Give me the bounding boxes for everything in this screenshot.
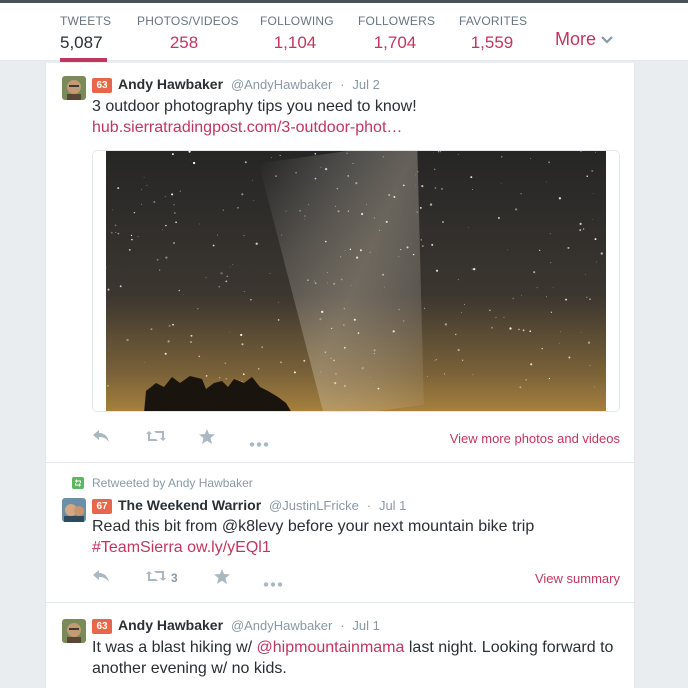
retweet-button[interactable]: 3 xyxy=(146,569,178,588)
more-options-icon[interactable] xyxy=(249,434,269,452)
retweet-icon xyxy=(146,571,166,581)
tweet-body: 3 outdoor photography tips you need to k… xyxy=(92,98,417,115)
avatar[interactable] xyxy=(62,619,86,643)
timestamp[interactable]: Jul 1 xyxy=(352,618,379,633)
reply-icon[interactable] xyxy=(92,429,110,448)
username[interactable]: @AndyHawbaker xyxy=(231,77,332,92)
retweet-icon[interactable] xyxy=(146,429,166,448)
tweet-text: Read this bit from @k8levy before your n… xyxy=(92,516,534,558)
username[interactable]: @JustinLFricke xyxy=(269,498,359,513)
timeline: 63 Andy Hawbaker @AndyHawbaker · Jul 2 3… xyxy=(45,63,635,688)
nav-tweets-label: TWEETS xyxy=(60,14,112,28)
media-card[interactable] xyxy=(92,150,620,412)
fullname[interactable]: Andy Hawbaker xyxy=(118,617,223,633)
separator: · xyxy=(340,77,345,92)
separator: · xyxy=(366,498,372,513)
nav-following-value: 1,104 xyxy=(273,33,317,52)
nav-favorites-label: FAVORITES xyxy=(459,14,528,28)
tweet[interactable]: 63 Andy Hawbaker @AndyHawbaker · Jul 2 3… xyxy=(46,63,634,463)
retweet-icon xyxy=(72,477,84,489)
tweet-text: It was a blast hiking w/ @hipmountainmam… xyxy=(92,637,622,679)
profile-nav: TWEETS 5,087 PHOTOS/VIDEOS 258 FOLLOWING… xyxy=(0,3,688,62)
more-dropdown[interactable]: More xyxy=(555,29,613,50)
timestamp[interactable]: Jul 2 xyxy=(352,77,379,92)
favorite-icon[interactable] xyxy=(214,569,230,589)
retweet-context: Retweeted by Andy Hawbaker xyxy=(72,476,253,490)
nav-following[interactable]: FOLLOWING 1,104 xyxy=(260,3,334,61)
nav-favorites-value: 1,559 xyxy=(470,33,514,52)
nav-followers-label: FOLLOWERS xyxy=(358,14,436,28)
nav-photos-videos-value: 258 xyxy=(169,33,199,52)
retweet-context-text: Retweeted by Andy Hawbaker xyxy=(92,476,253,490)
tweet-link[interactable]: hub.sierratradingpost.com/3-outdoor-phot… xyxy=(92,117,417,138)
separator: · xyxy=(340,618,345,633)
nav-followers[interactable]: FOLLOWERS 1,704 xyxy=(358,3,436,61)
reply-icon[interactable] xyxy=(92,569,110,588)
tweet-link[interactable]: ow.ly/yEQl1 xyxy=(187,539,271,556)
view-more-photos-link[interactable]: View more photos and videos xyxy=(450,431,620,446)
nav-following-label: FOLLOWING xyxy=(260,14,334,28)
tweet-header: Andy Hawbaker @AndyHawbaker · Jul 2 xyxy=(118,76,380,92)
view-summary-link[interactable]: View summary xyxy=(535,571,620,586)
tweet[interactable]: Retweeted by Andy Hawbaker 67 The Weeken… xyxy=(46,463,634,603)
tweet-actions: View more photos and videos xyxy=(92,429,620,449)
nav-tweets-value: 5,087 xyxy=(60,33,103,52)
favorite-icon[interactable] xyxy=(199,429,215,449)
nav-followers-value: 1,704 xyxy=(373,33,417,52)
more-options-icon[interactable] xyxy=(263,574,283,592)
nav-favorites[interactable]: FAVORITES 1,559 xyxy=(459,3,528,61)
tweet-actions: 3 View summary xyxy=(92,569,620,589)
hashtag-link[interactable]: #TeamSierra xyxy=(92,539,183,556)
nav-photos-videos[interactable]: PHOTOS/VIDEOS 258 xyxy=(137,3,239,61)
milky-way-photo xyxy=(106,151,606,411)
tweet[interactable]: 63 Andy Hawbaker @AndyHawbaker · Jul 1 I… xyxy=(46,603,634,688)
tweet-header: The Weekend Warrior @JustinLFricke · Jul… xyxy=(118,497,406,513)
nav-photos-videos-label: PHOTOS/VIDEOS xyxy=(137,14,239,28)
more-label: More xyxy=(555,29,597,49)
timestamp[interactable]: Jul 1 xyxy=(379,498,406,513)
score-badge: 63 xyxy=(92,619,112,634)
tweet-body: Read this bit from @k8levy before your n… xyxy=(92,518,535,535)
tweet-header: Andy Hawbaker @AndyHawbaker · Jul 1 xyxy=(118,617,380,633)
tweet-text: 3 outdoor photography tips you need to k… xyxy=(92,96,417,138)
chevron-down-icon xyxy=(601,35,613,44)
nav-tweets[interactable]: TWEETS 5,087 xyxy=(60,3,112,62)
avatar[interactable] xyxy=(62,76,86,100)
avatar[interactable] xyxy=(62,498,86,522)
score-badge: 67 xyxy=(92,499,112,514)
retweet-count: 3 xyxy=(171,571,178,585)
mention-link[interactable]: @hipmountainmama xyxy=(257,639,405,656)
score-badge: 63 xyxy=(92,78,112,93)
fullname[interactable]: Andy Hawbaker xyxy=(118,76,223,92)
fullname[interactable]: The Weekend Warrior xyxy=(118,497,261,513)
username[interactable]: @AndyHawbaker xyxy=(231,618,332,633)
tweet-body-start: It was a blast hiking w/ xyxy=(92,639,253,656)
